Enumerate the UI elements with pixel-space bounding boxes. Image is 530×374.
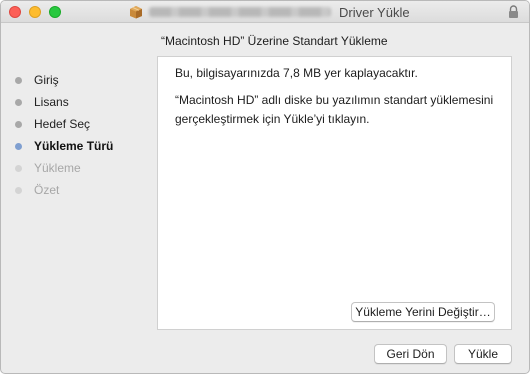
step-dot-icon [15,164,22,172]
install-instructions-text: “Macintosh HD” adlı diske bu yazılımın s… [175,93,494,126]
installer-box-icon [130,6,142,19]
step-label: Yükleme Türü [34,139,114,153]
step-label: Özet [34,183,60,197]
go-back-button[interactable]: Geri Dön [374,344,447,364]
step-label: Giriş [34,73,59,87]
content-panel: Bu, bilgisayarınızda 7,8 MB yer kaplayac… [157,56,512,330]
step-dot-icon [15,120,22,128]
zoom-window-button[interactable] [49,6,61,18]
step-dot-icon [15,76,22,84]
step-dot-icon [15,186,22,194]
step-label: Hedef Seç [34,117,91,131]
minimize-window-button[interactable] [29,6,41,18]
installer-steps-sidebar: Giriş Lisans Hedef Seç Yükleme Türü Yükl… [15,69,155,201]
disk-space-text: Bu, bilgisayarınızda 7,8 MB yer kaplayac… [175,66,418,80]
close-window-button[interactable] [9,6,21,18]
window-title: Driver Yükle [339,5,410,20]
page-title: “Macintosh HD” Üzerine Standart Yükleme [161,34,388,48]
step-label: Yükleme [34,161,81,175]
step-destination: Hedef Seç [15,113,155,135]
current-step-dot-icon [15,142,22,150]
step-installation-type: Yükleme Türü [15,135,155,157]
step-license: Lisans [15,91,155,113]
step-dot-icon [15,98,22,106]
redacted-title-text [149,7,331,17]
lock-icon[interactable] [508,5,519,19]
installer-window: Driver Yükle “Macintosh HD” Üzerine Stan… [0,0,530,374]
step-summary: Özet [15,179,155,201]
install-button[interactable]: Yükle [454,344,512,364]
change-install-location-button[interactable]: Yükleme Yerini Değiştir… [351,302,495,322]
step-introduction: Giriş [15,69,155,91]
step-label: Lisans [34,95,69,109]
step-installation: Yükleme [15,157,155,179]
title-bar[interactable]: Driver Yükle [1,1,529,23]
